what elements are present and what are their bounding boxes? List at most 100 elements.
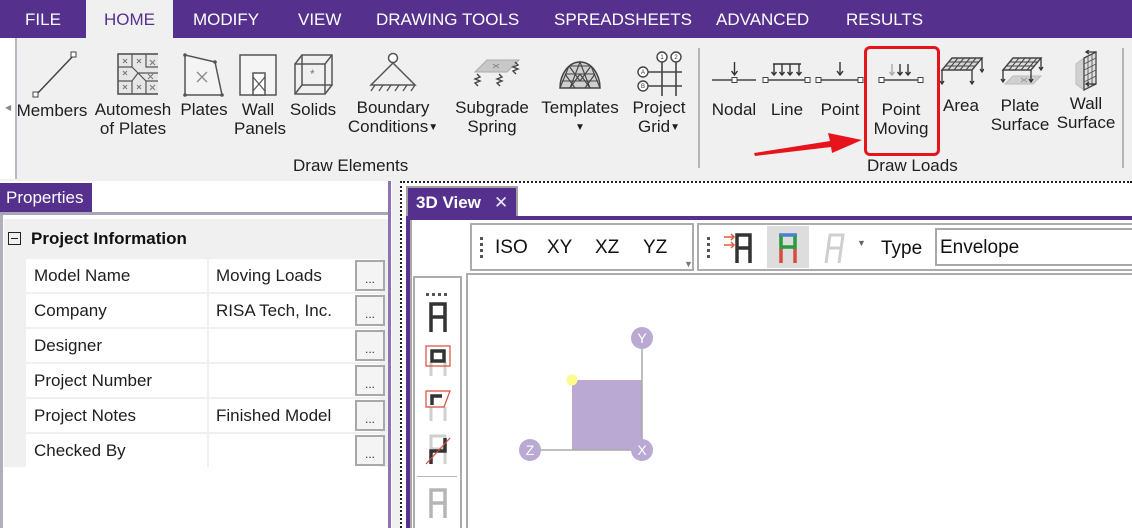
menu-tab-spreadsheets[interactable]: SPREADSHEETS: [554, 0, 692, 38]
close-icon[interactable]: ✕: [494, 188, 508, 218]
wall-panels-button[interactable]: Wall Panels: [234, 50, 286, 138]
wall-panels-label-line2: Panels: [234, 119, 286, 138]
plate-surface-load-button[interactable]: Plate Surface: [988, 54, 1052, 134]
ellipsis-button[interactable]: ...: [355, 435, 385, 466]
x-axis-label: X: [631, 439, 653, 461]
subgrade-spring-icon: [473, 59, 521, 87]
solids-button[interactable]: * Solids: [287, 50, 339, 119]
property-row: Company RISA Tech, Inc. ...: [26, 294, 386, 327]
wall-panel-icon: [239, 54, 277, 96]
members-button[interactable]: Members: [14, 50, 90, 120]
property-name: Designer: [26, 329, 207, 362]
plates-label: Plates: [180, 100, 228, 119]
subgrade-label-line2: Spring: [467, 117, 517, 136]
plate-surface-load-icon: [1000, 57, 1044, 85]
ellipsis-button[interactable]: ...: [355, 260, 385, 291]
point-load-icon: [815, 62, 864, 83]
xz-view-button[interactable]: XZ: [595, 237, 619, 259]
boundary-support-icon: [369, 52, 417, 92]
area-label: Area: [943, 96, 979, 115]
property-row: Project Notes Finished Model ...: [26, 399, 386, 432]
svg-text:A: A: [641, 70, 645, 76]
tab-3d-view[interactable]: 3D View ✕: [406, 186, 518, 216]
automesh-label-line1: Automesh: [94, 100, 172, 119]
geodesic-dome-icon: [559, 60, 601, 89]
y-axis-label: Y: [631, 327, 653, 349]
menu-tab-results[interactable]: RESULTS: [846, 0, 923, 38]
property-name: Project Number: [26, 364, 207, 397]
area-load-button[interactable]: Area: [938, 54, 984, 115]
type-select[interactable]: Envelope: [935, 228, 1132, 266]
property-name: Checked By: [26, 434, 207, 467]
annotation-arrow-icon: [754, 133, 862, 156]
menu-tab-view[interactable]: VIEW: [298, 0, 341, 38]
property-name: Project Notes: [26, 399, 207, 432]
collapse-icon[interactable]: [8, 232, 21, 245]
hidden-line-render-icon[interactable]: [424, 432, 452, 466]
project-grid-label-line2: Grid: [637, 117, 671, 136]
templates-button[interactable]: Templates ▼: [536, 52, 624, 137]
origin-marker-icon: [566, 374, 578, 386]
svg-text:B: B: [641, 84, 645, 90]
menu-tab-file[interactable]: FILE: [0, 0, 86, 38]
annotation-highlight-box: [864, 46, 940, 156]
point-label: Point: [820, 100, 860, 119]
plates-button[interactable]: Plates: [178, 50, 230, 119]
ellipsis-button[interactable]: ...: [355, 365, 385, 396]
plate-render-icon[interactable]: [424, 389, 452, 423]
menu-tab-modify[interactable]: MODIFY: [193, 0, 259, 38]
wireframe-render-icon[interactable]: [424, 300, 452, 334]
toolbar-grip-icon[interactable]: [707, 237, 710, 261]
solid-cube-icon: *: [294, 54, 333, 95]
project-grid-button[interactable]: 12AB Project Grid▼: [628, 50, 690, 137]
ellipsis-button[interactable]: ...: [355, 330, 385, 361]
properties-tab[interactable]: Properties: [0, 183, 92, 212]
automesh-of-plates-button[interactable]: Automesh of Plates: [92, 50, 174, 138]
deflected-shape-icon[interactable]: [820, 231, 848, 265]
toolbar-grip-icon[interactable]: [480, 237, 483, 261]
wall-surface-label-line1: Wall: [1069, 94, 1103, 113]
loads-display-icon[interactable]: [722, 231, 756, 265]
nodal-label: Nodal: [711, 100, 757, 119]
menu-tab-home[interactable]: HOME: [86, 0, 173, 38]
ellipsis-button[interactable]: ...: [355, 400, 385, 431]
nodal-load-button[interactable]: Nodal: [706, 58, 762, 119]
tab-3d-view-label: 3D View: [416, 193, 481, 212]
point-load-button[interactable]: Point: [815, 58, 865, 119]
member-section-render-icon[interactable]: [424, 344, 452, 378]
toolbar-separator: [417, 476, 457, 477]
property-row: Designer ...: [26, 329, 386, 362]
properties-tab-underline: [0, 212, 390, 215]
boundary-conditions-button[interactable]: Boundary Conditions▼: [342, 52, 444, 137]
wall-surface-load-icon: [1075, 50, 1097, 92]
line-load-button[interactable]: Line: [762, 58, 812, 119]
nodal-load-icon: [712, 62, 756, 83]
members-label: Members: [16, 101, 88, 120]
plate-icon: [183, 53, 224, 97]
boundary-label-line2: Conditions: [347, 117, 429, 136]
member-line-icon: [32, 51, 77, 98]
xy-view-button[interactable]: XY: [547, 237, 572, 259]
dropdown-arrow-icon[interactable]: ▼: [857, 238, 866, 248]
menu-tab-drawing-tools[interactable]: DRAWING TOOLS: [376, 0, 519, 38]
iso-view-button[interactable]: ISO: [495, 237, 528, 259]
draw-loads-group-label: Draw Loads: [867, 156, 958, 175]
toolbar-grip-icon[interactable]: [426, 283, 450, 296]
menu-tab-advanced[interactable]: ADVANCED: [716, 0, 809, 38]
project-information-group[interactable]: Project Information: [8, 229, 187, 249]
dropdown-caret-icon: ▼: [428, 122, 439, 133]
project-grid-label-line1: Project: [632, 98, 686, 117]
properties-left-border: [0, 215, 3, 528]
yz-view-button[interactable]: YZ: [643, 237, 667, 259]
toolbar-overflow-icon[interactable]: ▼: [684, 259, 693, 269]
colored-members-icon: [779, 233, 797, 263]
wall-surface-load-button[interactable]: Wall Surface: [1054, 50, 1118, 132]
panel-splitter[interactable]: [388, 181, 391, 528]
property-row: Model Name Moving Loads ...: [26, 259, 386, 292]
property-name: Model Name: [26, 259, 207, 292]
ribbon-scroll-left-icon[interactable]: ◀: [5, 103, 11, 112]
subgrade-spring-button[interactable]: Subgrade Spring: [452, 52, 532, 136]
dropdown-caret-icon: ▼: [670, 122, 681, 133]
property-row: Checked By ...: [26, 434, 386, 467]
ellipsis-button[interactable]: ...: [355, 295, 385, 326]
